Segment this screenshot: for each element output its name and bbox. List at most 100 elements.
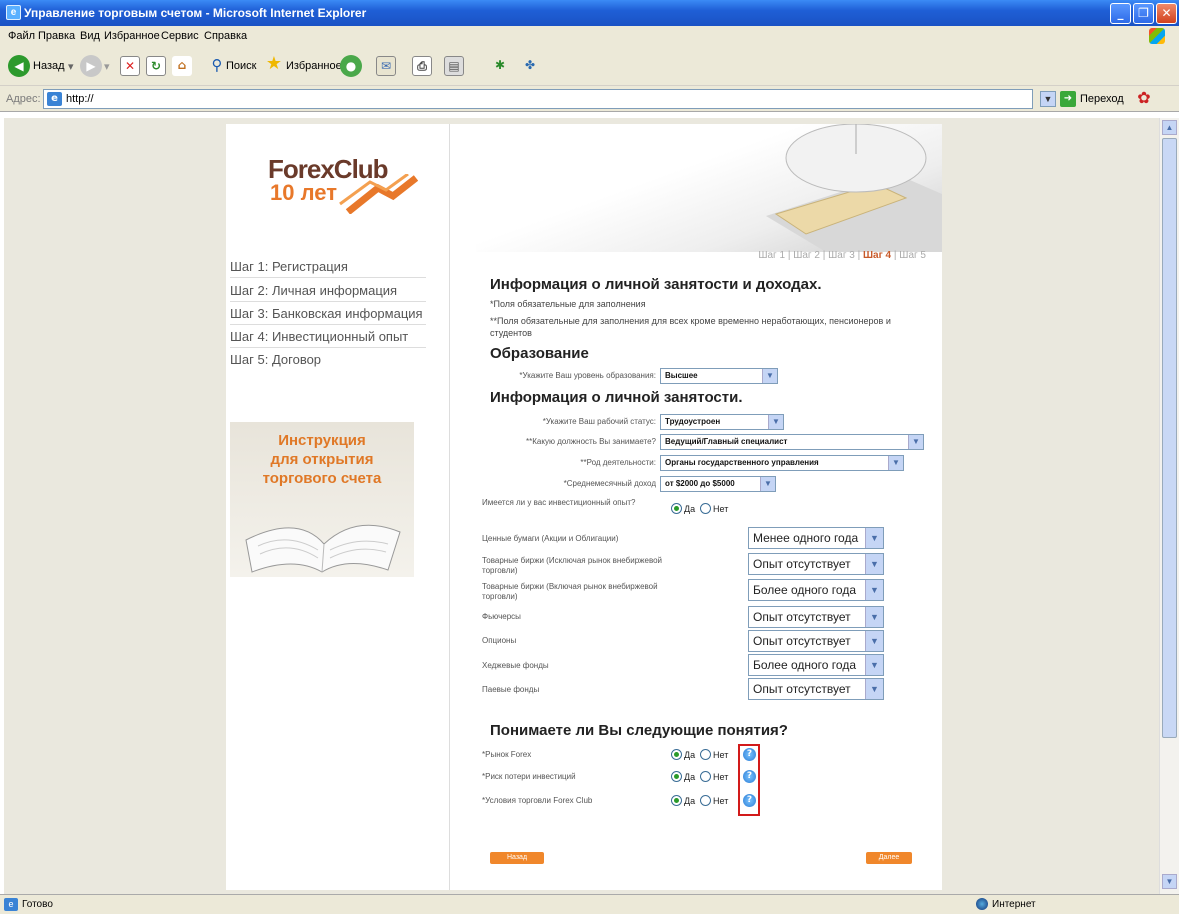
income-select[interactable]: от $2000 до $5000 ▼ <box>660 476 776 492</box>
experience-no-radio[interactable] <box>700 503 711 514</box>
concept-conditions-no-radio[interactable] <box>700 795 711 806</box>
menu-tools[interactable]: Сервис <box>161 30 199 42</box>
favorites-label[interactable]: Избранное <box>286 60 342 72</box>
experience-select-mutual-funds[interactable]: Опыт отсутствует ▼ <box>748 678 884 700</box>
nav-step-1[interactable]: Шаг 1 <box>758 250 785 261</box>
menu-favorites[interactable]: Избранное <box>104 30 160 42</box>
forward-arrow-icon[interactable]: ▶ <box>80 55 102 77</box>
scroll-down-icon[interactable]: ▼ <box>1162 874 1177 889</box>
scroll-thumb[interactable] <box>1162 138 1177 738</box>
experience-label-commodities-incl: Товарные биржи (Включая рынок внебиржево… <box>482 582 658 601</box>
nav-separator: | <box>822 250 826 261</box>
step-1-link[interactable]: Шаг 1: Регистрация <box>230 256 426 278</box>
experience-select-securities[interactable]: Менее одного года ▼ <box>748 527 884 549</box>
menu-help[interactable]: Справка <box>204 30 247 42</box>
required-note-2: **Поля обязательные для заполнения для в… <box>490 316 891 338</box>
education-label: *Укажите Ваш уровень образования: <box>519 371 656 380</box>
concept-forex-yes-label[interactable]: Да <box>684 750 695 760</box>
search-label[interactable]: Поиск <box>226 60 256 72</box>
go-button[interactable]: Переход <box>1080 93 1124 105</box>
concept-risk-yes-label[interactable]: Да <box>684 772 695 782</box>
education-select[interactable]: Высшее ▼ <box>660 368 778 384</box>
back-dropdown-icon[interactable]: ▾ <box>68 60 74 73</box>
experience-no-label[interactable]: Нет <box>713 504 728 514</box>
windows-logo-icon <box>1149 28 1165 44</box>
menu-file[interactable]: Файл <box>8 30 35 42</box>
concept-risk-no-label[interactable]: Нет <box>713 772 728 782</box>
internet-zone-icon <box>976 898 988 910</box>
concept-conditions-yes-radio[interactable] <box>671 795 682 806</box>
security-zone: Интернет <box>992 899 1036 910</box>
address-dropdown-icon[interactable]: ▼ <box>1040 91 1056 107</box>
chevron-down-icon: ▼ <box>762 369 777 383</box>
back-label[interactable]: Назад <box>33 60 65 72</box>
required-note: *Поля обязательные для заполнения <box>490 299 646 309</box>
edit-icon[interactable]: ▤ <box>444 56 464 76</box>
favorites-star-icon[interactable]: ★ <box>264 55 284 75</box>
step-3-link[interactable]: Шаг 3: Банковская информация <box>230 303 426 325</box>
concept-forex-no-label[interactable]: Нет <box>713 750 728 760</box>
nav-separator: | <box>857 250 861 261</box>
ie-app-icon[interactable]: e <box>6 5 21 20</box>
chevron-down-icon: ▼ <box>865 631 883 651</box>
home-icon[interactable]: ⌂ <box>172 56 192 76</box>
vertical-scrollbar[interactable]: ▲ ▼ <box>1159 118 1179 894</box>
print-icon[interactable]: ⎙ <box>412 56 432 76</box>
page-content: ForexClub 10 лет Шаг 1: Регистрация Шаг … <box>226 124 942 890</box>
concept-conditions-no-label[interactable]: Нет <box>713 796 728 806</box>
experience-yes-radio[interactable] <box>671 503 682 514</box>
step-4-link[interactable]: Шаг 4: Инвестиционный опыт <box>230 326 426 348</box>
experience-select-futures[interactable]: Опыт отсутствует ▼ <box>748 606 884 628</box>
nav-step-5[interactable]: Шаг 5 <box>899 250 926 261</box>
concept-forex-yes-radio[interactable] <box>671 749 682 760</box>
experience-value: Опыт отсутствует <box>753 557 851 571</box>
concept-risk-yes-radio[interactable] <box>671 771 682 782</box>
chevron-down-icon: ▼ <box>865 554 883 574</box>
nav-step-2[interactable]: Шаг 2 <box>793 250 820 261</box>
chevron-down-icon: ▼ <box>865 607 883 627</box>
experience-value: Опыт отсутствует <box>753 634 851 648</box>
experience-select-options[interactable]: Опыт отсутствует ▼ <box>748 630 884 652</box>
experience-select-commodities-excl[interactable]: Опыт отсутствует ▼ <box>748 553 884 575</box>
window-title-bar: e Управление торговым счетом - Microsoft… <box>0 0 1179 26</box>
experience-value: Более одного года <box>753 658 857 672</box>
refresh-icon[interactable]: ↻ <box>146 56 166 76</box>
position-select[interactable]: Ведущий/Главный специалист ▼ <box>660 434 924 450</box>
stop-icon[interactable]: ✕ <box>120 56 140 76</box>
back-button[interactable]: Назад <box>490 852 544 864</box>
toolbar-addon-icon[interactable]: ✿ <box>1134 89 1154 109</box>
concept-forex-no-radio[interactable] <box>700 749 711 760</box>
maximize-button[interactable]: ❐ <box>1133 3 1154 24</box>
menu-view[interactable]: Вид <box>80 30 100 42</box>
next-button[interactable]: Далее <box>866 852 912 864</box>
work-status-select[interactable]: Трудоустроен ▼ <box>660 414 784 430</box>
step-2-link[interactable]: Шаг 2: Личная информация <box>230 280 426 302</box>
step-5-link[interactable]: Шаг 5: Договор <box>230 349 426 371</box>
menu-edit[interactable]: Правка <box>38 30 75 42</box>
address-input[interactable]: e http:// <box>43 89 1033 109</box>
instructions-banner[interactable]: Инструкция для открытия торгового счета <box>230 422 414 577</box>
concept-conditions-yes-label[interactable]: Да <box>684 796 695 806</box>
scroll-up-icon[interactable]: ▲ <box>1162 120 1177 135</box>
forward-dropdown-icon[interactable]: ▾ <box>104 60 110 73</box>
activity-select[interactable]: Органы государственного управления ▼ <box>660 455 904 471</box>
chevron-down-icon: ▼ <box>865 655 883 675</box>
experience-select-hedge-funds[interactable]: Более одного года ▼ <box>748 654 884 676</box>
experience-yes-label[interactable]: Да <box>684 504 695 514</box>
toolbar: ◀ Назад ▾ ▶ ▾ ✕ ↻ ⌂ ⚲ Поиск ★ Избранное … <box>0 46 1179 86</box>
nav-step-3[interactable]: Шаг 3 <box>828 250 855 261</box>
experience-select-commodities-incl[interactable]: Более одного года ▼ <box>748 579 884 601</box>
close-button[interactable]: ✕ <box>1156 3 1177 24</box>
search-icon[interactable]: ⚲ <box>207 56 227 76</box>
experience-label-options: Опционы <box>482 636 517 645</box>
mail-icon[interactable]: ✉ <box>376 56 396 76</box>
go-arrow-icon[interactable]: ➜ <box>1060 91 1076 107</box>
address-value: http:// <box>66 93 94 105</box>
messenger-icon[interactable]: ✱ <box>490 56 510 76</box>
media-icon[interactable]: ● <box>340 55 362 77</box>
research-icon[interactable]: ✤ <box>520 56 540 76</box>
minimize-button[interactable]: _ <box>1110 3 1131 24</box>
back-arrow-icon[interactable]: ◀ <box>8 55 30 77</box>
concept-risk-no-radio[interactable] <box>700 771 711 782</box>
experience-value: Менее одного года <box>753 531 859 545</box>
